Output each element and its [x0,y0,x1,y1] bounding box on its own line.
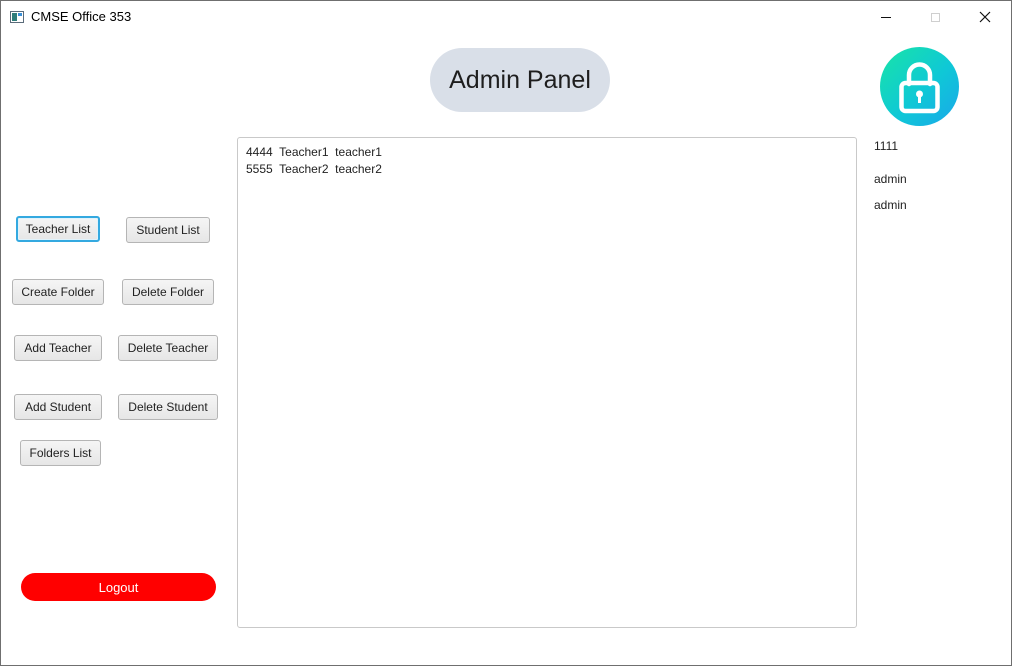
minimize-icon [881,16,891,18]
delete-teacher-button[interactable]: Delete Teacher [118,335,218,361]
create-folder-button[interactable]: Create Folder [12,279,104,305]
user-role-label: admin [874,198,907,212]
app-icon [10,11,24,23]
list-item[interactable]: 4444 Teacher1 teacher1 [246,144,848,161]
delete-folder-button[interactable]: Delete Folder [122,279,214,305]
logout-button[interactable]: Logout [21,573,216,601]
list-item[interactable]: 5555 Teacher2 teacher2 [246,161,848,178]
folders-list-button[interactable]: Folders List [20,440,101,466]
user-name-label: admin [874,172,907,186]
page-title: Admin Panel [430,48,610,112]
add-teacher-button[interactable]: Add Teacher [14,335,102,361]
close-button[interactable] [962,1,1008,33]
minimize-button[interactable] [863,1,909,33]
close-icon [979,11,991,23]
lock-badge [880,47,959,126]
add-student-button[interactable]: Add Student [14,394,102,420]
app-window: CMSE Office 353 Admin Panel Teacher List… [0,0,1012,666]
maximize-button[interactable] [912,1,958,33]
maximize-icon [930,12,940,22]
lock-icon [899,62,940,114]
delete-student-button[interactable]: Delete Student [118,394,218,420]
teacher-list-button[interactable]: Teacher List [16,216,100,242]
title-bar[interactable]: CMSE Office 353 [1,1,1011,33]
results-list[interactable]: 4444 Teacher1 teacher1 5555 Teacher2 tea… [237,137,857,628]
student-list-button[interactable]: Student List [126,217,210,243]
user-id-label: 1111 [874,139,899,153]
window-title: CMSE Office 353 [31,9,132,24]
